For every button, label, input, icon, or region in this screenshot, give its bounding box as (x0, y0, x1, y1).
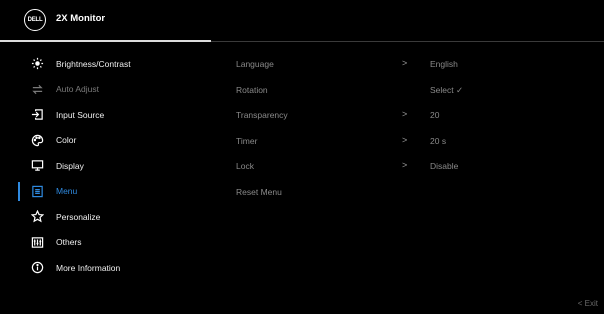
menu-item-label: Display (56, 160, 84, 171)
menu-item-label: Input Source (56, 109, 105, 120)
menu-icon (31, 185, 44, 198)
info-icon (31, 261, 44, 274)
submenu-item-label: Rotation (236, 84, 268, 95)
chevron-right-icon: > (402, 109, 408, 119)
chevron-right-icon: > (402, 160, 408, 170)
brightness-icon (31, 57, 44, 70)
submenu-item-value: Disable (430, 161, 459, 171)
menu-item-personalize[interactable]: Personalize (0, 204, 210, 230)
submenu-item-transparency[interactable]: Transparency > 20 (236, 102, 596, 128)
star-icon (31, 210, 44, 223)
header-divider-active (0, 40, 211, 42)
menu-item-more-information[interactable]: More Information (0, 255, 210, 281)
submenu-item-reset-menu[interactable]: Reset Menu (236, 179, 596, 205)
menu-item-auto-adjust[interactable]: Auto Adjust (0, 77, 210, 103)
active-indicator (18, 181, 20, 201)
exit-button[interactable]: < Exit (578, 299, 598, 308)
input-source-icon (31, 108, 44, 121)
monitor-osd: DELL 2X Monitor Brightness/Contrast Auto… (0, 0, 604, 314)
menu-item-input-source[interactable]: Input Source (0, 102, 210, 128)
menu-item-label: Personalize (56, 211, 101, 222)
menu-item-label: More Information (56, 262, 121, 273)
color-palette-icon (31, 134, 44, 147)
chevron-right-icon: > (402, 134, 408, 145)
submenu-item-lock[interactable]: Lock > Disable (236, 153, 596, 179)
menu-item-display[interactable]: Display (0, 153, 210, 179)
chevron-right-icon: > (402, 58, 408, 68)
menu-item-label: Menu (56, 186, 78, 197)
auto-adjust-icon (31, 83, 44, 96)
submenu-item-rotation[interactable]: Rotation Select ✓ (236, 77, 596, 103)
page-title: 2X Monitor (56, 13, 106, 24)
osd-header: DELL 2X Monitor (0, 0, 604, 40)
main-menu: Brightness/Contrast Auto Adjust Input So… (0, 51, 210, 281)
submenu-item-label: Timer (236, 135, 258, 146)
submenu-item-value: 20 (430, 110, 440, 120)
menu-item-label: Others (56, 237, 82, 248)
menu-item-brightness-contrast[interactable]: Brightness/Contrast (0, 51, 210, 77)
menu-item-menu[interactable]: Menu (0, 179, 210, 205)
submenu-item-language[interactable]: Language > English (236, 51, 596, 77)
menu-item-others[interactable]: Others (0, 230, 210, 256)
submenu-panel: Language > English Rotation Select ✓ Tra… (236, 51, 596, 204)
menu-item-label: Color (56, 135, 77, 146)
submenu-item-timer[interactable]: Timer > 20 s (236, 128, 596, 154)
submenu-item-value: 20 s (430, 135, 447, 146)
menu-item-label: Brightness/Contrast (56, 58, 131, 69)
others-icon (31, 236, 44, 249)
display-icon (31, 159, 44, 172)
submenu-item-label: Reset Menu (236, 186, 282, 197)
menu-item-label: Auto Adjust (56, 84, 100, 95)
submenu-item-value: Select ✓ (430, 84, 464, 95)
header-divider (211, 40, 604, 42)
submenu-item-label: Transparency (236, 110, 288, 120)
submenu-item-label: Language (236, 59, 274, 69)
menu-item-color[interactable]: Color (0, 128, 210, 154)
dell-logo: DELL (24, 9, 46, 31)
submenu-item-value: English (430, 59, 458, 69)
submenu-item-label: Lock (236, 161, 254, 171)
